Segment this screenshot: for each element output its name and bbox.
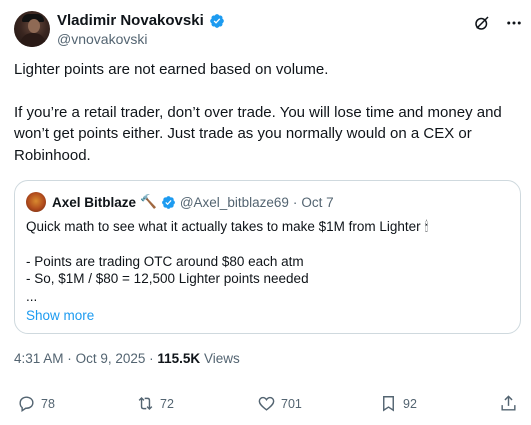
dot-separator: ·: [67, 351, 72, 366]
quote-header: Axel Bitblaze 🔨 @Axel_bitblaze69 · Oct 7: [26, 192, 334, 212]
quote-date[interactable]: Oct 7: [301, 195, 333, 210]
quote-line: - Points are trading OTC around $80 each…: [26, 253, 304, 269]
quote-body: Quick math to see what it actually takes…: [26, 218, 511, 305]
candle-emoji: 🕯: [424, 219, 429, 234]
tweet-header: Vladimir Novakovski @vnovakovski: [14, 11, 524, 47]
show-more-link[interactable]: Show more: [26, 308, 94, 323]
share-button[interactable]: [499, 394, 518, 413]
bookmark-button[interactable]: 92: [379, 394, 417, 413]
verified-badge-icon: [161, 195, 175, 209]
quote-author-handle[interactable]: @Axel_bitblaze69: [180, 195, 289, 210]
share-icon: [501, 395, 516, 411]
grok-icon[interactable]: [472, 13, 492, 33]
author-avatar[interactable]: [14, 11, 50, 47]
tweet-paragraph: If you’re a retail trader, don’t over tr…: [14, 103, 502, 164]
quote-line: Quick math to see what it actually takes…: [26, 219, 429, 234]
more-icon[interactable]: [504, 13, 524, 33]
quote-author-name[interactable]: Axel Bitblaze: [52, 195, 136, 210]
quote-author-avatar[interactable]: [26, 192, 46, 212]
author-name-row: Vladimir Novakovski: [57, 12, 225, 29]
like-button[interactable]: 701: [257, 394, 302, 413]
author-name[interactable]: Vladimir Novakovski: [57, 12, 204, 29]
tweet-meta: 4:31 AM · Oct 9, 2025 · 115.5K Views: [14, 351, 240, 366]
repost-button[interactable]: 72: [136, 394, 174, 413]
post-date[interactable]: Oct 9, 2025: [76, 351, 146, 366]
header-actions: [472, 13, 524, 33]
reply-icon: [19, 396, 34, 412]
tweet-paragraph: Lighter points are not earned based on v…: [14, 61, 329, 78]
hammer-emoji: 🔨: [140, 194, 157, 209]
views-label: Views: [203, 351, 240, 366]
reply-button[interactable]: 78: [17, 394, 55, 413]
like-count: 701: [281, 396, 302, 411]
bookmark-count: 92: [403, 396, 417, 411]
author-handle[interactable]: @vnovakovski: [57, 31, 147, 47]
dot-separator: ·: [149, 351, 154, 366]
quote-line: - So, $1M / $80 = 12,500 Lighter points …: [26, 271, 309, 286]
verified-badge-icon: [209, 13, 224, 28]
action-bar: 78 72 701 92: [17, 394, 517, 416]
heart-icon: [258, 396, 275, 411]
bookmark-icon: [383, 396, 394, 412]
dot-separator: ·: [292, 194, 298, 210]
reply-count: 78: [41, 396, 55, 411]
quoted-tweet[interactable]: Axel Bitblaze 🔨 @Axel_bitblaze69 · Oct 7…: [14, 180, 521, 334]
repost-count: 72: [160, 396, 174, 411]
post-time[interactable]: 4:31 AM: [14, 351, 64, 366]
repost-icon: [138, 396, 153, 411]
tweet-text: Lighter points are not earned based on v…: [14, 59, 519, 166]
views-count: 115.5K: [157, 351, 201, 366]
quote-line: ...: [26, 288, 38, 304]
